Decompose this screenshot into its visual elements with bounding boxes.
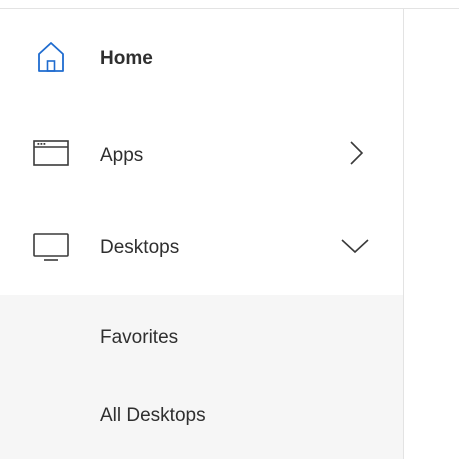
submenu-item-favorites-label: Favorites (100, 327, 179, 348)
submenu-item-all-desktops-label: All Desktops (100, 405, 206, 426)
sidebar-item-desktops-label: Desktops (100, 237, 180, 258)
desktops-submenu: Favorites All Desktops (0, 295, 403, 459)
chevron-right-icon (337, 133, 377, 173)
main-content-area (404, 9, 459, 459)
chevron-down-icon (337, 226, 377, 266)
app-window: Home Apps Desktops Favorites All Desktop… (0, 0, 459, 459)
sidebar-item-desktops[interactable]: Desktops (0, 206, 403, 286)
submenu-item-favorites[interactable]: Favorites (0, 295, 403, 375)
home-icon (31, 37, 71, 77)
submenu-item-all-desktops[interactable]: All Desktops (0, 375, 403, 455)
sidebar-item-home[interactable]: Home (0, 17, 403, 97)
sidebar-item-apps[interactable]: Apps (0, 113, 403, 193)
sidebar-item-apps-label: Apps (100, 145, 144, 166)
monitor-icon (31, 226, 71, 266)
sidebar-item-home-label: Home (100, 48, 153, 69)
sidebar: Home Apps Desktops Favorites All Desktop… (0, 9, 404, 459)
apps-window-icon (31, 133, 71, 173)
